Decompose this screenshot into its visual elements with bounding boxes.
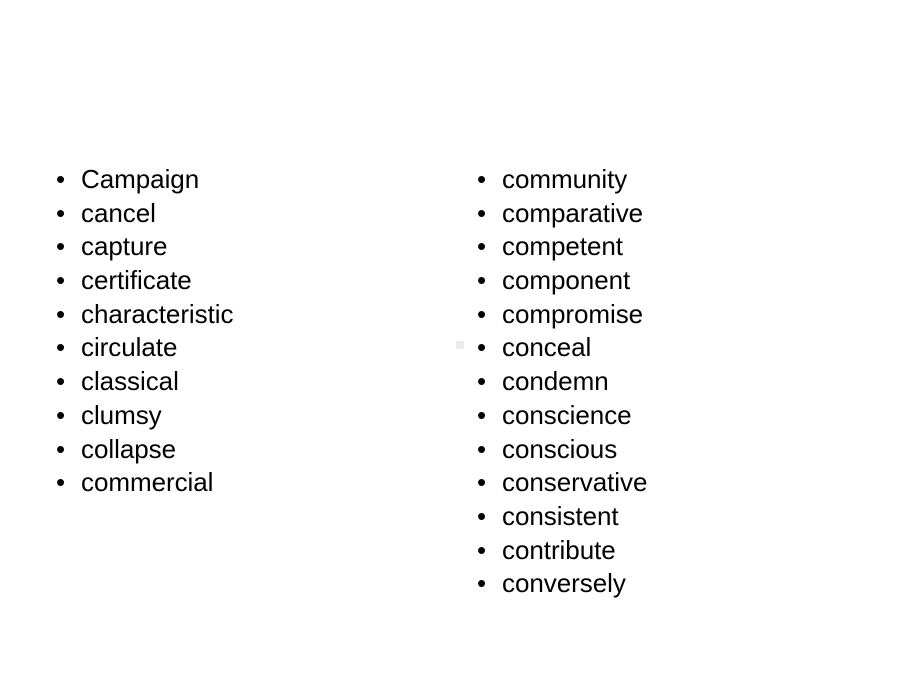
list-item-label: conceal: [502, 332, 592, 363]
list-item: • cancel: [50, 197, 410, 231]
bullet-icon: •: [477, 298, 487, 329]
word-list-right: • community • comparative • competent • compone…: [471, 163, 851, 601]
slide-canvas: • Campaign • cancel • capture • certificate • cha…: [0, 0, 920, 690]
list-item-label: Campaign: [81, 164, 200, 194]
bullet-icon: •: [56, 433, 66, 464]
bullet-icon: •: [56, 231, 66, 262]
bullet-icon: •: [56, 298, 66, 329]
bullet-icon: •: [477, 366, 487, 397]
list-item: • collapse: [50, 433, 410, 467]
list-item-label: characteristic: [81, 298, 234, 329]
list-item: • contribute: [471, 534, 851, 568]
bullet-icon: •: [56, 164, 66, 194]
list-item-label: clumsy: [81, 399, 162, 430]
bullet-icon: •: [477, 164, 487, 194]
list-item-label: capture: [81, 231, 168, 262]
bullet-icon: •: [477, 399, 487, 430]
list-item: • community: [471, 163, 851, 197]
bullet-icon: •: [56, 197, 66, 228]
list-item-label: classical: [81, 366, 179, 397]
list-item: • clumsy: [50, 399, 410, 433]
list-item-label: comparative: [502, 197, 644, 228]
bullet-icon: •: [477, 568, 487, 599]
list-item-label: community: [502, 164, 628, 194]
list-item-label: component: [502, 265, 631, 296]
bullet-icon: •: [477, 467, 487, 498]
bullet-icon: •: [56, 366, 66, 397]
list-item: • conscious: [471, 433, 851, 467]
list-item: • competent: [471, 230, 851, 264]
bullet-icon: •: [56, 399, 66, 430]
list-item-label: condemn: [502, 366, 609, 397]
list-item: • certificate: [50, 264, 410, 298]
list-item-label: collapse: [81, 433, 176, 464]
word-list-left: • Campaign • cancel • capture • certificate • cha…: [50, 163, 410, 500]
list-item: • conceal: [471, 331, 851, 365]
bullet-icon: •: [477, 265, 487, 296]
list-item-label: conversely: [502, 568, 626, 599]
bullet-icon: •: [56, 467, 66, 498]
bullet-icon: •: [477, 534, 487, 565]
list-item: • condemn: [471, 365, 851, 399]
list-item: • classical: [50, 365, 410, 399]
list-item: • characteristic: [50, 298, 410, 332]
bullet-icon: •: [477, 231, 487, 262]
list-item-label: consistent: [502, 500, 619, 531]
bullet-icon: •: [56, 265, 66, 296]
list-item-label: conscious: [502, 433, 618, 464]
list-item-label: certificate: [81, 265, 192, 296]
list-item-label: commercial: [81, 467, 214, 498]
list-item-label: conservative: [502, 467, 648, 498]
list-item: • conservative: [471, 466, 851, 500]
list-item: • comparative: [471, 197, 851, 231]
gray-square-artifact: [456, 341, 464, 349]
list-item: • component: [471, 264, 851, 298]
list-item-label: cancel: [81, 197, 156, 228]
list-item: • capture: [50, 230, 410, 264]
bullet-icon: •: [477, 433, 487, 464]
list-item-label: competent: [502, 231, 623, 262]
bullet-icon: •: [477, 500, 487, 531]
bullet-icon: •: [477, 197, 487, 228]
list-item: • commercial: [50, 466, 410, 500]
list-item: • consistent: [471, 500, 851, 534]
list-item: • circulate: [50, 331, 410, 365]
list-item-label: circulate: [81, 332, 178, 363]
list-item: • conscience: [471, 399, 851, 433]
list-item-label: contribute: [502, 534, 616, 565]
list-item: • compromise: [471, 298, 851, 332]
bullet-icon: •: [477, 332, 487, 363]
list-item: • conversely: [471, 567, 851, 601]
list-item-label: compromise: [502, 298, 644, 329]
list-item-label: conscience: [502, 399, 632, 430]
list-item: • Campaign: [50, 163, 410, 197]
bullet-icon: •: [56, 332, 66, 363]
